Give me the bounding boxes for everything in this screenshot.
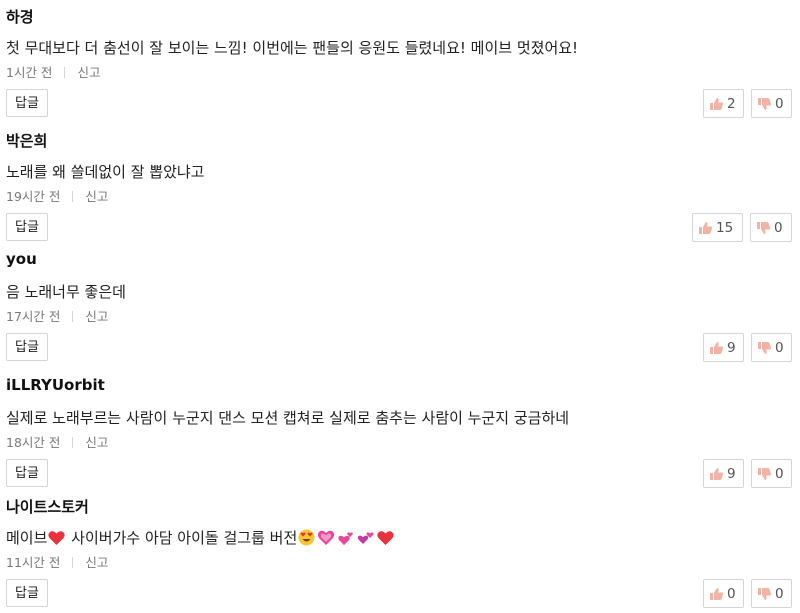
thumbs-down-icon (758, 97, 772, 110)
meta-divider (72, 191, 74, 202)
dislike-button[interactable]: 0 (751, 459, 792, 488)
dislike-button[interactable]: 0 (751, 89, 792, 118)
thumbs-up-icon (699, 221, 713, 234)
reply-button[interactable]: 답글 (6, 213, 48, 241)
meta-divider (72, 437, 74, 448)
thumbs-down-icon (758, 467, 772, 480)
report-link[interactable]: 신고 (77, 65, 100, 80)
sparkling-heart-icon (318, 530, 335, 545)
reply-button[interactable]: 답글 (6, 579, 48, 607)
comment-meta: 18시간 전 신고 (6, 432, 108, 451)
comment-time: 17시간 전 (6, 309, 61, 324)
dislike-button[interactable]: 0 (751, 579, 792, 608)
like-count: 2 (727, 95, 736, 112)
dislike-count: 0 (775, 465, 784, 482)
comment-author[interactable]: 나이트스토커 (6, 496, 89, 517)
comment-text-part: 메이브 (6, 529, 48, 547)
comment-author[interactable]: 하경 (6, 6, 34, 27)
report-link[interactable]: 신고 (85, 555, 108, 570)
comment-meta: 11시간 전 신고 (6, 552, 108, 571)
comment-time: 1시간 전 (6, 65, 53, 80)
thumbs-up-icon (710, 467, 724, 480)
red-heart-icon (48, 531, 66, 545)
two-hearts-icon (338, 532, 354, 545)
like-count: 9 (727, 465, 736, 482)
thumbs-up-icon (710, 341, 724, 354)
comment-time: 11시간 전 (6, 555, 61, 570)
meta-divider (72, 311, 74, 322)
dislike-count: 0 (774, 219, 783, 236)
dislike-button[interactable]: 0 (750, 213, 792, 242)
revolving-hearts-icon (358, 532, 374, 544)
comment-meta: 17시간 전 신고 (6, 306, 108, 325)
report-link[interactable]: 신고 (85, 309, 108, 324)
meta-divider (72, 557, 74, 568)
like-button[interactable]: 9 (703, 459, 744, 488)
reply-button[interactable]: 답글 (6, 333, 48, 361)
dislike-count: 0 (775, 95, 784, 112)
dislike-count: 0 (775, 339, 784, 356)
comment-author[interactable]: 박은희 (6, 130, 47, 151)
like-count: 0 (727, 585, 736, 602)
comment-time: 18시간 전 (6, 435, 61, 450)
like-button[interactable]: 15 (692, 213, 743, 242)
reply-button[interactable]: 답글 (6, 89, 48, 117)
comment-author[interactable]: you (6, 250, 37, 268)
like-button[interactable]: 2 (703, 89, 744, 118)
comment-text: 음 노래너무 좋은데 (6, 283, 126, 301)
report-link[interactable]: 신고 (85, 189, 108, 204)
report-link[interactable]: 신고 (85, 435, 108, 450)
comment-text: 노래를 왜 쓸데없이 잘 뽑았냐고 (6, 163, 205, 181)
comment-text: 첫 무대보다 더 춤선이 잘 보이는 느낌! 이번에는 팬들의 응원도 들렸네요… (6, 39, 579, 57)
comment-text: 메이브 사이버가수 아담 아이돌 걸그룹 버전 (6, 527, 395, 548)
like-count: 9 (727, 339, 736, 356)
comment-text-part: 사이버가수 아담 아이돌 걸그룹 버전 (66, 529, 298, 547)
thumbs-up-icon (710, 97, 724, 110)
like-button[interactable]: 9 (703, 333, 744, 362)
comment-meta: 19시간 전 신고 (6, 186, 108, 205)
meta-divider (64, 67, 66, 78)
thumbs-down-icon (758, 587, 772, 600)
like-count: 15 (716, 219, 734, 236)
red-heart-icon (377, 531, 394, 545)
comment-author[interactable]: iLLRYUorbit (6, 376, 105, 394)
heart-eyes-face-icon (298, 529, 315, 546)
comment-meta: 1시간 전 신고 (6, 62, 100, 81)
thumbs-up-icon (710, 587, 724, 600)
dislike-button[interactable]: 0 (751, 333, 792, 362)
reply-button[interactable]: 답글 (6, 459, 48, 487)
dislike-count: 0 (775, 585, 784, 602)
thumbs-down-icon (758, 341, 772, 354)
comment-text: 실제로 노래부르는 사람이 누군지 댄스 모션 캡쳐로 실제로 춤추는 사람이 … (6, 409, 570, 427)
comment-time: 19시간 전 (6, 189, 61, 204)
like-button[interactable]: 0 (703, 579, 744, 608)
thumbs-down-icon (757, 221, 771, 234)
